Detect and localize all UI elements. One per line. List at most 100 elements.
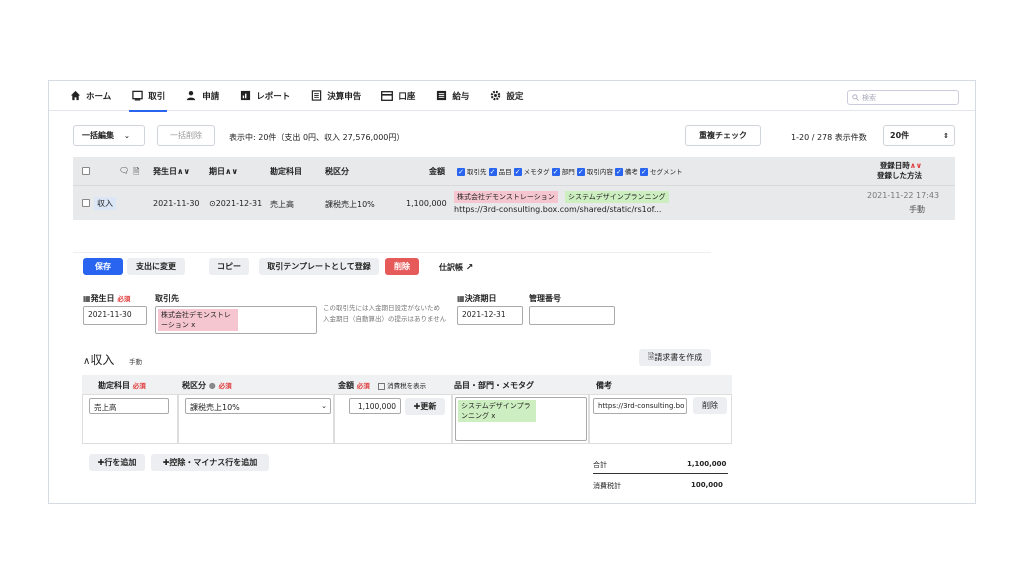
- required-badge: 必須: [132, 382, 146, 390]
- app-window: ホーム 取引 申請 レポート 決算申告 口座 給与 設定 検索 一括編集 ⌄ 一…: [48, 80, 976, 504]
- date-label: ▦発生日 必須: [83, 293, 130, 304]
- required-badge: 必須: [117, 295, 131, 303]
- duplicate-check-button[interactable]: 重複チェック: [685, 125, 761, 146]
- nav-requests-label: 申請: [202, 91, 220, 102]
- row-checkbox[interactable]: [82, 199, 90, 207]
- col-date[interactable]: 発生日∧∨: [153, 166, 190, 177]
- table-header: 🗨 🗎 発生日∧∨ 期日∧∨ 勘定科目 税区分 金額 ✓ 取引先 ✓ 品目 ✓ メモタ…: [73, 157, 955, 185]
- tax-total-value: 100,000: [691, 481, 723, 489]
- line-item-tag[interactable]: システムデザインプランニング x: [458, 400, 536, 422]
- nav-deals-label: 取引: [148, 91, 166, 102]
- add-row-label: 行を追加: [104, 458, 137, 467]
- line-col-item: 品目・部門・メモタグ: [454, 381, 534, 390]
- total-divider: [593, 473, 728, 474]
- update-button[interactable]: ✚ 更新: [405, 398, 445, 415]
- nav-reports-label: レポート: [256, 91, 291, 102]
- line-col-note: 備考: [596, 381, 612, 390]
- delete-button[interactable]: 削除: [385, 258, 419, 275]
- nav-accounts-label: 口座: [398, 91, 416, 102]
- register-template-button[interactable]: 取引テンプレートとして登録: [259, 258, 379, 275]
- tax-display-label: 消費税を表示: [387, 382, 427, 390]
- col-due[interactable]: 期日∧∨: [209, 166, 238, 177]
- line-account-field[interactable]: 売上高: [89, 398, 169, 414]
- select-arrows-icon: ⇕: [943, 131, 949, 140]
- section-title[interactable]: ∧収入: [83, 351, 114, 368]
- toggle-check-icon[interactable]: ✓: [513, 168, 522, 176]
- top-nav: ホーム 取引 申請 レポート 決算申告 口座 給与 設定 検索: [49, 81, 975, 112]
- card-icon: [381, 90, 394, 102]
- plus-icon: ✚: [413, 402, 421, 411]
- select-all-checkbox[interactable]: [82, 167, 90, 175]
- nav-accounts[interactable]: 口座: [381, 81, 415, 111]
- toggle-check-icon[interactable]: ✓: [614, 168, 623, 176]
- search-icon: [852, 94, 859, 101]
- due-date-field[interactable]: 2021-12-31: [457, 306, 523, 325]
- line-note-field[interactable]: https://3rd-consulting.bo: [593, 398, 687, 414]
- col-amount: 金額: [429, 167, 445, 176]
- line-col-amount: 金額 必須: [338, 380, 370, 391]
- partner-note-line1: この取引先には入金期日設定がないため: [323, 304, 440, 312]
- calendar-icon: ▦: [83, 294, 91, 303]
- nav-settings[interactable]: 設定: [489, 81, 523, 111]
- create-invoice-button[interactable]: 🗟 請求書を作成: [639, 349, 711, 366]
- add-minus-row-button[interactable]: ✚ 控除・マイナス行を追加: [151, 454, 269, 471]
- line-delete-button[interactable]: 削除: [693, 397, 727, 414]
- pager-range: 1-20 / 278: [791, 133, 833, 142]
- toggle-check-icon[interactable]: ✓: [639, 168, 648, 176]
- copy-button[interactable]: コピー: [209, 258, 249, 275]
- toggle-check-icon[interactable]: ✓: [457, 168, 465, 176]
- toggle-check-icon[interactable]: ✓: [576, 168, 585, 176]
- toggle-item: 品目: [498, 168, 512, 176]
- mgmt-number-label: 管理番号: [529, 294, 561, 303]
- attachment-icon: 🗎: [133, 167, 140, 176]
- table-row[interactable]: 収入 2021-11-30 ⊙2021-12-31 売上高 課税売上10% 1,…: [73, 185, 955, 220]
- nav-requests[interactable]: 申請: [185, 81, 219, 111]
- date-field[interactable]: 2021-11-30: [83, 306, 147, 325]
- row-tax: 課税売上10%: [325, 200, 375, 209]
- update-label: 更新: [420, 402, 437, 411]
- add-minus-row-label: 控除・マイナス行を追加: [169, 458, 258, 467]
- line-amount-field[interactable]: 1,100,000: [349, 398, 401, 414]
- nav-deals[interactable]: 取引: [129, 81, 168, 112]
- col-account: 勘定科目: [270, 167, 302, 176]
- row-due-value: 2021-12-31: [215, 199, 263, 208]
- section-sub: 手動: [129, 358, 142, 366]
- toggle-partner: 取引先: [467, 168, 487, 176]
- help-icon[interactable]: ●: [209, 381, 216, 390]
- nav-payroll[interactable]: 給与: [435, 81, 469, 111]
- change-to-expense-button[interactable]: 支出に変更: [127, 258, 185, 275]
- mgmt-number-field[interactable]: [529, 306, 615, 325]
- toggle-check-icon[interactable]: ✓: [488, 168, 497, 176]
- list-icon: [435, 90, 447, 102]
- nav-home[interactable]: ホーム: [69, 81, 111, 111]
- tax-display-toggle[interactable]: 消費税を表示: [378, 380, 426, 390]
- add-row-button[interactable]: ✚ 行を追加: [89, 454, 145, 471]
- toggle-check-icon[interactable]: ✓: [551, 168, 560, 176]
- line-item-field[interactable]: システムデザインプランニング x: [455, 397, 587, 441]
- toggle-note: 備考: [624, 168, 638, 176]
- search-input[interactable]: 検索: [847, 90, 959, 105]
- nav-reports[interactable]: レポート: [239, 81, 290, 111]
- dup-check-label: 重複チェック: [699, 131, 747, 140]
- toggle-segment: セグメント: [649, 168, 683, 176]
- bulk-delete-button[interactable]: 一括削除: [157, 125, 215, 146]
- column-toggles: ✓ 取引先 ✓ 品目 ✓ メモタグ ✓ 部門 ✓ 取引内容 ✓ 備考 ✓ セグメント: [457, 166, 682, 176]
- col-registered[interactable]: 登録日時∧∨ 登録した方法: [877, 161, 922, 181]
- row-account: 売上高: [270, 200, 294, 209]
- journal-link[interactable]: 仕訳帳 ↗: [439, 262, 473, 273]
- line-tax-select[interactable]: 課税売上10% ⌄: [185, 398, 331, 414]
- change-to-expense-label: 支出に変更: [136, 262, 176, 271]
- col-method-label: 登録した方法: [877, 171, 922, 180]
- per-page-select[interactable]: 20件 ⇕: [883, 125, 955, 146]
- row-item-tag: システムデザインプランニング: [565, 191, 669, 203]
- bulk-edit-button[interactable]: 一括編集 ⌄: [73, 125, 145, 146]
- partner-field[interactable]: 株式会社デモンストレーション x: [155, 306, 317, 334]
- save-button[interactable]: 保存: [83, 258, 123, 275]
- chevron-down-icon: ⌄: [321, 402, 327, 410]
- row-registered-at: 2021-11-22 17:43: [867, 191, 940, 200]
- deal-icon: [131, 90, 143, 102]
- line-tax-value: 課税売上10%: [190, 403, 240, 412]
- tax-display-checkbox[interactable]: [378, 382, 385, 390]
- partner-tag[interactable]: 株式会社デモンストレーション x: [158, 309, 238, 331]
- nav-filing[interactable]: 決算申告: [310, 81, 361, 111]
